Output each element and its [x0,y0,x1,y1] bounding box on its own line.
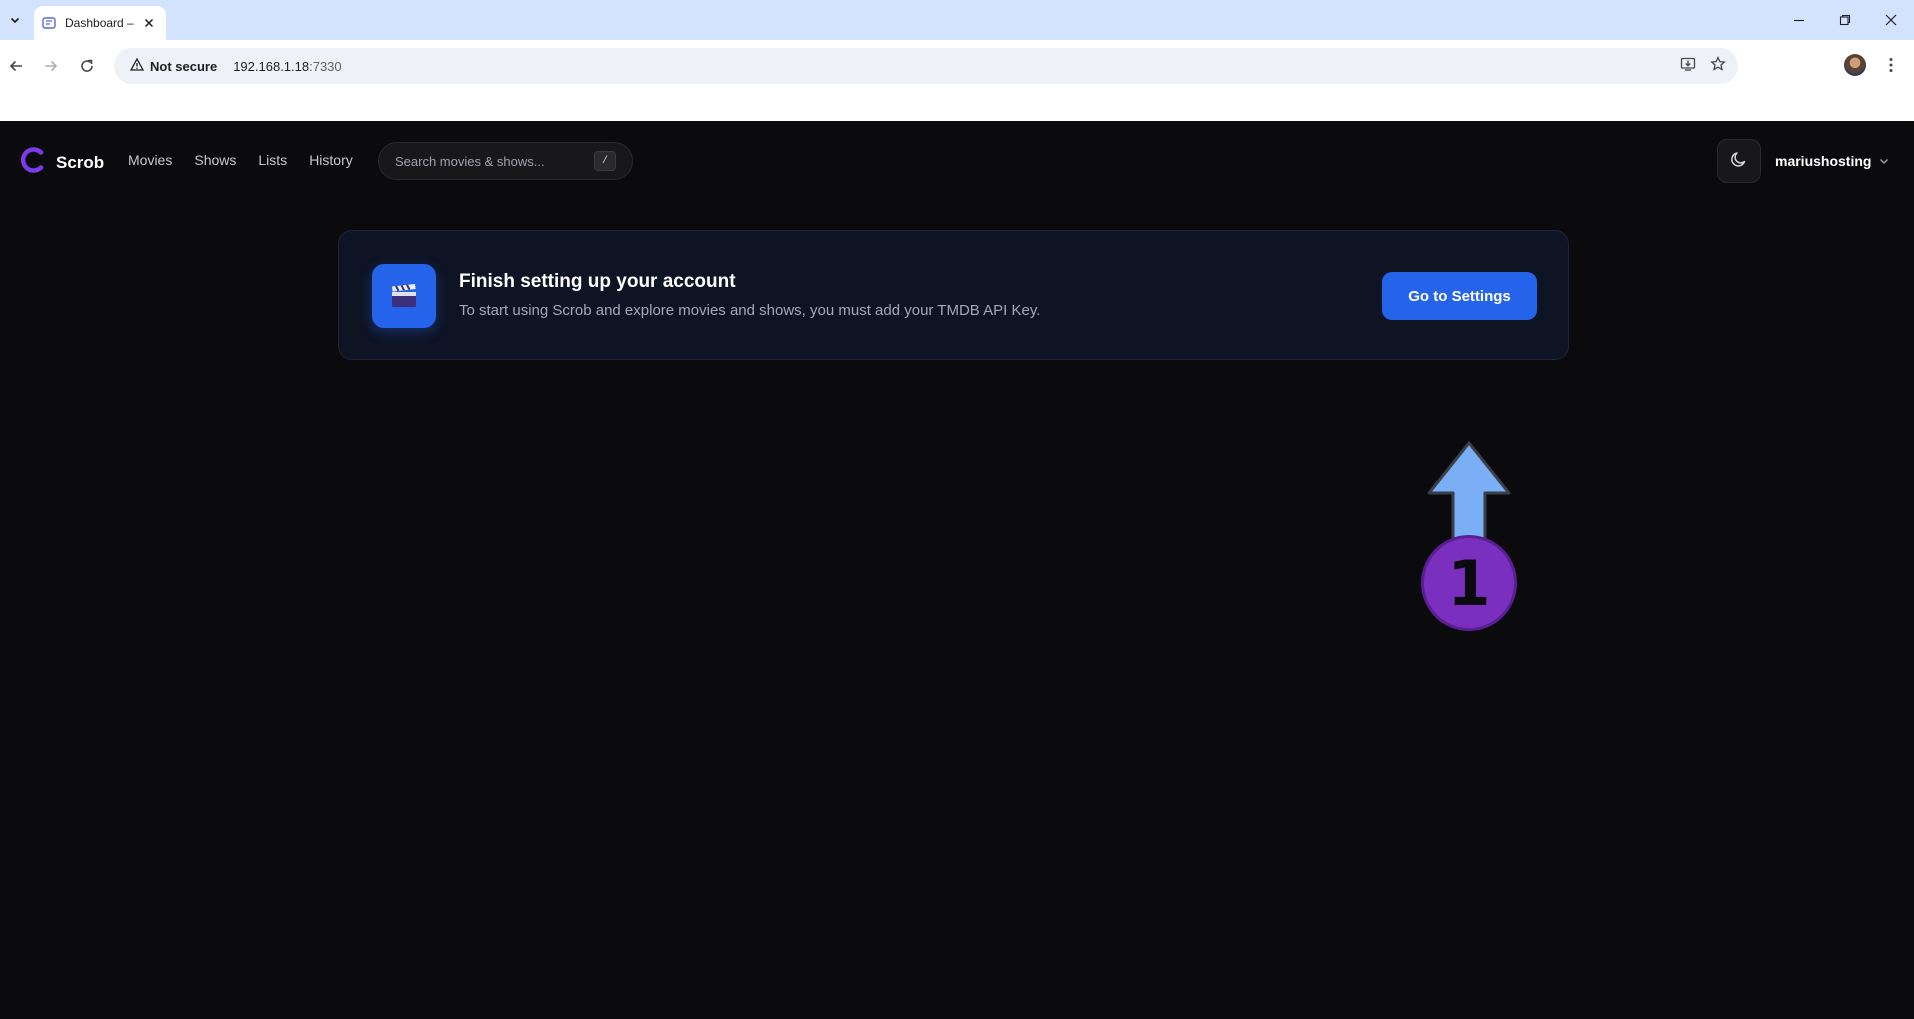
clapperboard-icon [372,264,436,328]
chevron-down-icon [1879,152,1889,170]
browser-toolbar: Not secure 192.168.1.18:7330 [0,40,1914,128]
nav-shows[interactable]: Shows [194,152,236,168]
tab-title: Dashboard – [65,16,134,30]
url-text: 192.168.1.18:7330 [233,59,341,74]
go-to-settings-button[interactable]: Go to Settings [1382,272,1537,320]
tab-close-icon[interactable] [140,14,158,32]
address-bar[interactable]: Not secure 192.168.1.18:7330 [114,48,1738,84]
install-app-icon[interactable] [1680,56,1696,77]
app-viewport: Scrob Movies Shows Lists History / mariu… [0,121,1914,1019]
browser-tab-dashboard[interactable]: Dashboard – [34,6,166,40]
forward-arrow-icon[interactable] [35,50,67,82]
search-input[interactable] [395,153,594,169]
search-box: / [378,142,633,180]
app-navbar: Scrob Movies Shows Lists History / mariu… [0,121,1914,201]
setup-banner: Finish setting up your account To start … [338,230,1569,360]
brand-name: Scrob [56,152,105,172]
tab-search-chevron-icon[interactable] [4,9,26,31]
url-port: :7330 [309,58,342,74]
close-window-icon[interactable] [1868,0,1914,40]
user-menu[interactable]: mariushosting [1775,152,1889,170]
banner-title: Finish setting up your account [459,271,736,292]
security-indicator[interactable]: Not secure [124,57,223,74]
scrob-logo-icon [20,146,46,179]
browser-profile-avatar[interactable] [1844,54,1866,76]
window-controls [1776,0,1914,40]
nav-lists[interactable]: Lists [258,152,287,168]
banner-description: To start using Scrob and explore movies … [459,302,1041,319]
main-nav: Movies Shows Lists History [128,152,353,168]
search-shortcut-key: / [594,151,616,171]
restore-icon[interactable] [1822,0,1868,40]
bookmark-star-icon[interactable] [1710,55,1726,77]
minimize-icon[interactable] [1776,0,1822,40]
nav-history[interactable]: History [309,152,353,168]
browser-menu-icon[interactable] [1878,52,1904,78]
username: mariushosting [1775,153,1872,169]
browser-tab-strip: Dashboard – [0,0,1914,40]
step-number-badge: 1 [1421,535,1517,631]
scrob-favicon-icon [42,16,56,30]
theme-toggle-button[interactable] [1717,139,1761,183]
nav-movies[interactable]: Movies [128,152,172,168]
brand-home-link[interactable]: Scrob [20,146,104,179]
not-secure-label: Not secure [150,58,218,74]
moon-icon [1730,150,1748,173]
back-arrow-icon[interactable] [0,50,32,82]
address-bar-actions [1680,48,1726,84]
annotation-arrow-icon [1427,441,1511,541]
url-host: 192.168.1.18 [233,58,310,74]
warning-triangle-icon [129,57,145,74]
reload-icon[interactable] [71,50,103,82]
